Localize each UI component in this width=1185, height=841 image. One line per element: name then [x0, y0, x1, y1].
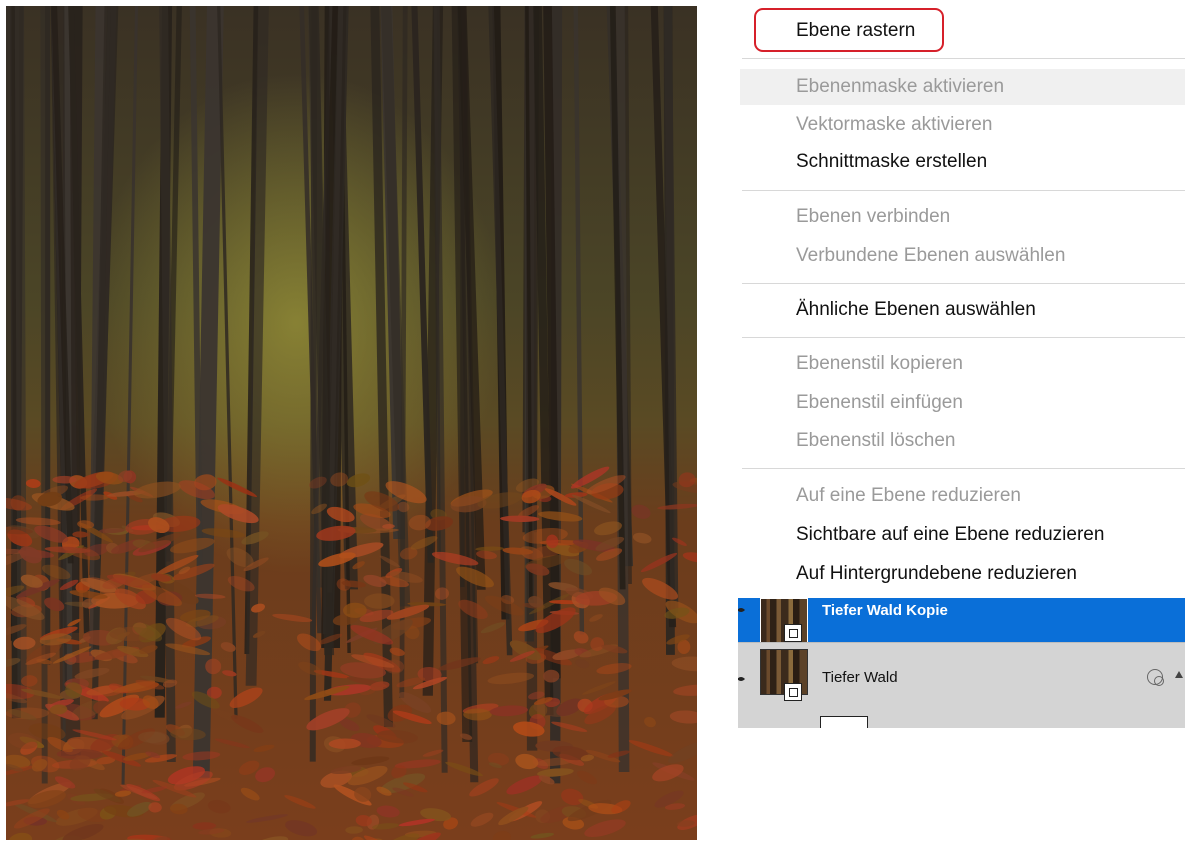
menu-separator [742, 58, 1185, 59]
menu-separator [742, 337, 1185, 338]
collapse-arrow-icon[interactable] [1175, 671, 1183, 678]
menu-separator [742, 283, 1185, 284]
menu-item-aehnliche-ebenen-auswaehlen[interactable]: Ähnliche Ebenen auswählen [796, 293, 1036, 327]
menu-item-ebenenstil-kopieren[interactable]: Ebenenstil kopieren [796, 347, 963, 381]
menu-item-ebenen-verbinden[interactable]: Ebenen verbinden [796, 200, 950, 234]
layer-row[interactable]: Tiefer Wald [738, 642, 1185, 709]
menu-item-ebene-rastern[interactable]: Ebene rastern [796, 14, 915, 48]
layer-name[interactable]: Tiefer Wald [822, 669, 898, 686]
fern-leaf [364, 593, 395, 609]
forest-photo [6, 6, 697, 840]
mask-thumbnail [820, 716, 868, 728]
menu-item-sichtbare-reduzieren[interactable]: Sichtbare auf eine Ebene reduzieren [796, 518, 1104, 552]
menu-item-vektormaske-aktivieren[interactable]: Vektormaske aktivieren [796, 108, 992, 142]
menu-item-schnittmaske-erstellen[interactable]: Schnittmaske erstellen [796, 145, 987, 179]
layer-effects-icon[interactable] [1147, 669, 1164, 686]
menu-item-verbundene-ebenen-auswaehlen[interactable]: Verbundene Ebenen auswählen [796, 239, 1065, 273]
menu-item-ebenenmaske-aktivieren[interactable]: Ebenenmaske aktivieren [796, 70, 1004, 104]
forest-image [6, 6, 697, 840]
layer-row-selected[interactable]: Tiefer Wald Kopie [738, 598, 1185, 644]
smart-object-icon [784, 624, 802, 642]
menu-separator [742, 468, 1185, 469]
menu-item-ebenenstil-einfuegen[interactable]: Ebenenstil einfügen [796, 386, 963, 420]
smart-object-icon [784, 683, 802, 701]
menu-separator [742, 190, 1185, 191]
visibility-eye-icon[interactable] [738, 671, 746, 681]
menu-item-auf-hintergrundebene-reduzieren[interactable]: Auf Hintergrundebene reduzieren [796, 557, 1077, 591]
visibility-eye-icon[interactable] [738, 602, 746, 612]
layers-panel: Tiefer Wald Kopie Tiefer Wald [738, 598, 1185, 728]
fern-leaf [343, 602, 367, 618]
layer-context-menu: Ebene rastern Ebenenmaske aktivieren Vek… [738, 0, 1185, 600]
menu-item-auf-eine-ebene-reduzieren[interactable]: Auf eine Ebene reduzieren [796, 479, 1021, 513]
layer-name[interactable]: Tiefer Wald Kopie [822, 602, 948, 619]
menu-item-ebenenstil-loeschen[interactable]: Ebenenstil löschen [796, 424, 956, 458]
